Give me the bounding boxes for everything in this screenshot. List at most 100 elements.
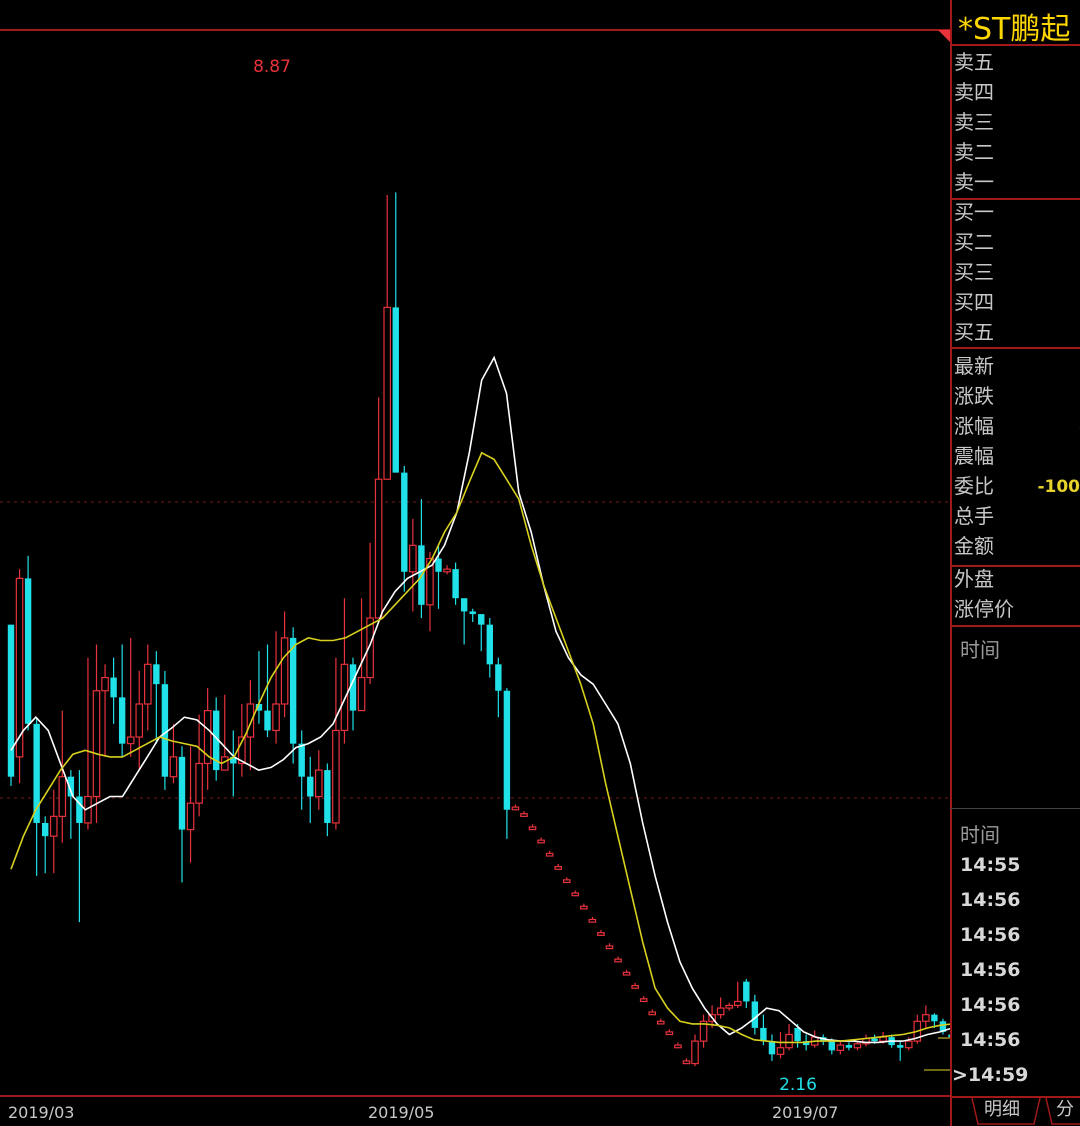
trade-time-row: 14:56	[960, 924, 1021, 946]
candle-body-down	[469, 611, 476, 615]
candle-body-down	[324, 770, 331, 823]
candle-body-up	[135, 703, 144, 738]
sell-4-label: 卖四	[954, 80, 994, 104]
candle-body-up	[246, 703, 255, 738]
x-tick-label-mar: 2019/03	[8, 1103, 74, 1122]
candle-body-up	[49, 815, 58, 837]
buy-3-label: 买三	[954, 260, 994, 284]
trade-time-row: 14:55	[960, 854, 1021, 876]
candle-body-up	[126, 736, 135, 745]
stat-change-pct-label: 涨幅	[954, 414, 994, 438]
candle-body-up	[443, 568, 451, 573]
stat-amplitude-label: 震幅	[954, 444, 994, 468]
candle-body-up	[605, 945, 614, 950]
candle-body-down	[289, 637, 297, 744]
candle-body-down	[392, 307, 399, 473]
candle-body-up	[357, 676, 366, 712]
candle-body-down	[751, 1001, 759, 1028]
candle-body-down	[7, 624, 15, 777]
stat-volume-label: 总手	[954, 504, 994, 528]
candle-body-up	[571, 892, 580, 897]
buy-5-label: 买五	[954, 320, 994, 344]
candle-body-down	[435, 558, 442, 572]
sell-3-label: 卖三	[954, 110, 994, 134]
candle-body-up	[315, 769, 323, 798]
candle-body-up	[545, 852, 554, 857]
candle-body-up	[169, 756, 178, 778]
candle-body-up	[528, 826, 537, 831]
candle-body-up	[101, 676, 109, 692]
trade-time-row: 14:56	[960, 994, 1021, 1016]
tab-minute[interactable]: 分	[1056, 1096, 1074, 1124]
candle-body-down	[178, 756, 186, 830]
candle-body-up	[725, 1004, 734, 1009]
candle-body-up	[15, 577, 24, 758]
candle-body-up	[622, 971, 631, 976]
candle-body-up	[597, 932, 605, 936]
tab-detail[interactable]: 明细	[984, 1096, 1020, 1124]
candle-body-down	[460, 598, 468, 612]
candle-body-down	[503, 690, 511, 810]
candle-body-up	[520, 813, 528, 817]
stat-latest-label: 最新	[954, 354, 994, 378]
candle-body-down	[871, 1038, 878, 1042]
candle-body-up	[144, 663, 152, 705]
divider-ticks-trades	[950, 808, 1080, 809]
panel-left-border	[950, 0, 952, 1126]
quote-panel: *ST鹏起 卖五 卖四 卖三 卖二 卖一 买一 买二 买三 买四 买五 最新 涨…	[950, 0, 1080, 1126]
candle-body-up	[682, 1060, 691, 1065]
trade-time-row: 14:56	[960, 959, 1021, 981]
sell-5-label: 卖五	[954, 50, 994, 74]
candle-body-up	[340, 663, 349, 732]
trade-time-row: 14:56	[960, 889, 1021, 911]
divider-title	[950, 44, 1080, 46]
divider-buy-stats	[950, 347, 1080, 349]
candle-body-up	[785, 1033, 793, 1049]
candle-body-up	[272, 703, 280, 732]
candle-body-down	[495, 664, 502, 691]
candle-body-up	[904, 1040, 913, 1049]
candle-body-up	[332, 729, 340, 824]
sell-1-label: 卖一	[954, 170, 994, 194]
candle-body-up	[648, 1011, 657, 1016]
candle-body-down	[760, 1027, 767, 1042]
candle-body-up	[554, 866, 563, 870]
candle-body-up	[58, 776, 67, 817]
trade-time-row: 14:56	[960, 1029, 1021, 1051]
candle-body-up	[836, 1044, 845, 1051]
candle-body-down	[401, 472, 408, 572]
stat-amount-label: 金额	[954, 534, 994, 558]
candle-body-down	[931, 1014, 938, 1022]
divider-extra-ticks	[950, 625, 1080, 627]
candle-body-up	[280, 637, 289, 705]
candlestick-chart: 8.87 2.16 2019/03 2019/05 2019/07	[0, 29, 950, 1122]
stock-name-title: *ST鹏起	[958, 12, 1071, 47]
candle-body-up	[511, 806, 520, 811]
candle-body-down	[794, 1027, 801, 1042]
candle-body-up	[631, 984, 639, 989]
candle-body-up	[674, 1044, 682, 1049]
candle-body-down	[897, 1045, 904, 1048]
sell-2-label: 卖二	[954, 140, 994, 164]
trades-time-header: 时间	[960, 823, 1000, 847]
candle-body-up	[588, 918, 597, 923]
candle-body-up	[716, 1007, 725, 1016]
buy-1-label: 买一	[954, 200, 994, 224]
candle-body-up	[186, 802, 195, 831]
outer-volume-label: 外盘	[954, 567, 994, 591]
last-trade-marker: >	[952, 1064, 968, 1086]
candle-body-up	[614, 958, 622, 963]
stat-order-ratio-label: 委比	[954, 474, 994, 498]
candle-body-down	[743, 981, 750, 1002]
candle-body-down	[478, 614, 485, 625]
candle-body-up	[691, 1040, 699, 1065]
candle-body-up	[656, 1020, 665, 1025]
candle-body-down	[264, 710, 271, 731]
candle-body-up	[853, 1043, 862, 1049]
candle-body-up	[922, 1014, 930, 1022]
ticks-time-header: 时间	[960, 638, 1000, 662]
candle-body-down	[486, 624, 493, 665]
candle-body-up	[92, 690, 101, 798]
candle-body-up	[537, 839, 545, 844]
candles-group	[7, 192, 950, 1067]
